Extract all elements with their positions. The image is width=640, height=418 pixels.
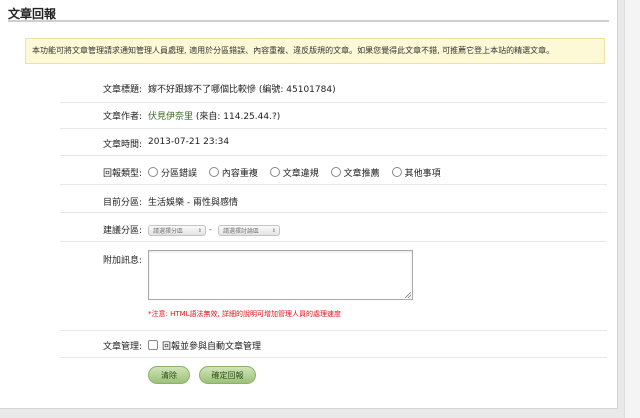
manage-label: 文章管理: [102,342,142,352]
notice-box: 本功能可將文章管理請求通知管理人員處理, 適用於分區錯誤、內容重複、違反版規的文… [25,38,605,64]
radio-button[interactable] [391,167,402,177]
report-type-option[interactable]: 其他事項 [391,167,441,179]
row-divider [60,184,607,185]
row-divider [60,155,607,156]
extra-info-label: 附加訊息: [102,256,142,266]
report-type-option[interactable]: 內容重複 [208,167,258,179]
report-type-options: 分區錯誤 內容重複 文章違規 文章推薦 其他事項 [148,166,450,179]
section-select[interactable]: 請選擇分區 ⇕ [148,225,206,236]
row-divider [60,102,607,103]
row-divider [60,241,607,242]
article-title-value: 嫁不好跟嫁不了哪個比較慘 (編號: 45101784) [148,85,336,95]
resize-grip-icon[interactable] [405,292,411,298]
board-select[interactable]: 請選擇討論區 ⇕ [218,225,280,236]
report-type-option[interactable]: 分區錯誤 [148,167,197,179]
radio-button[interactable] [208,167,219,177]
manage-option[interactable]: 回報並參與自動文章管理 [148,339,261,352]
current-section-value: 生活娛樂 - 兩性與感情 [148,198,238,208]
suggest-section-label: 建議分區: [102,226,142,236]
current-section-label: 目前分區: [102,198,142,208]
report-type-label: 回報類型: [102,169,142,179]
row-divider [60,212,607,213]
row-divider [60,357,607,358]
select-separator: - [209,225,212,234]
select-arrows-icon: ⇕ [197,228,202,234]
time-value: 2013-07-21 23:34 [148,137,230,147]
radio-button[interactable] [330,167,341,177]
report-type-option[interactable]: 文章推薦 [330,167,380,179]
clear-button[interactable]: 清除 [148,366,190,384]
extra-info-textarea[interactable] [148,250,413,300]
report-panel: 文章回報 本功能可將文章管理請求通知管理人員處理, 適用於分區錯誤、內容重複、違… [0,0,618,409]
author-source: (來自: 114.25.44.?) [195,112,281,122]
row-divider [60,128,607,129]
radio-button[interactable] [148,167,158,177]
radio-button[interactable] [269,167,280,177]
submit-report-button[interactable]: 確定回報 [199,366,256,384]
title-divider [8,20,609,22]
author-link[interactable]: 伏見伊奈里 [148,112,193,122]
author-info: 伏見伊奈里 (來自: 114.25.44.?) [148,109,280,122]
report-type-option[interactable]: 文章違規 [269,167,319,179]
author-label: 文章作者: [102,112,142,122]
time-label: 文章時間: [102,140,142,150]
manage-checkbox[interactable] [148,340,158,350]
select-arrows-icon: ⇕ [271,228,276,234]
html-note: *注意: HTML語法無效, 詳細的說明可增加管理人員的處理速度 [148,310,342,318]
row-divider [60,330,607,331]
window-edge [624,0,640,418]
article-title-label: 文章標題: [102,85,142,95]
